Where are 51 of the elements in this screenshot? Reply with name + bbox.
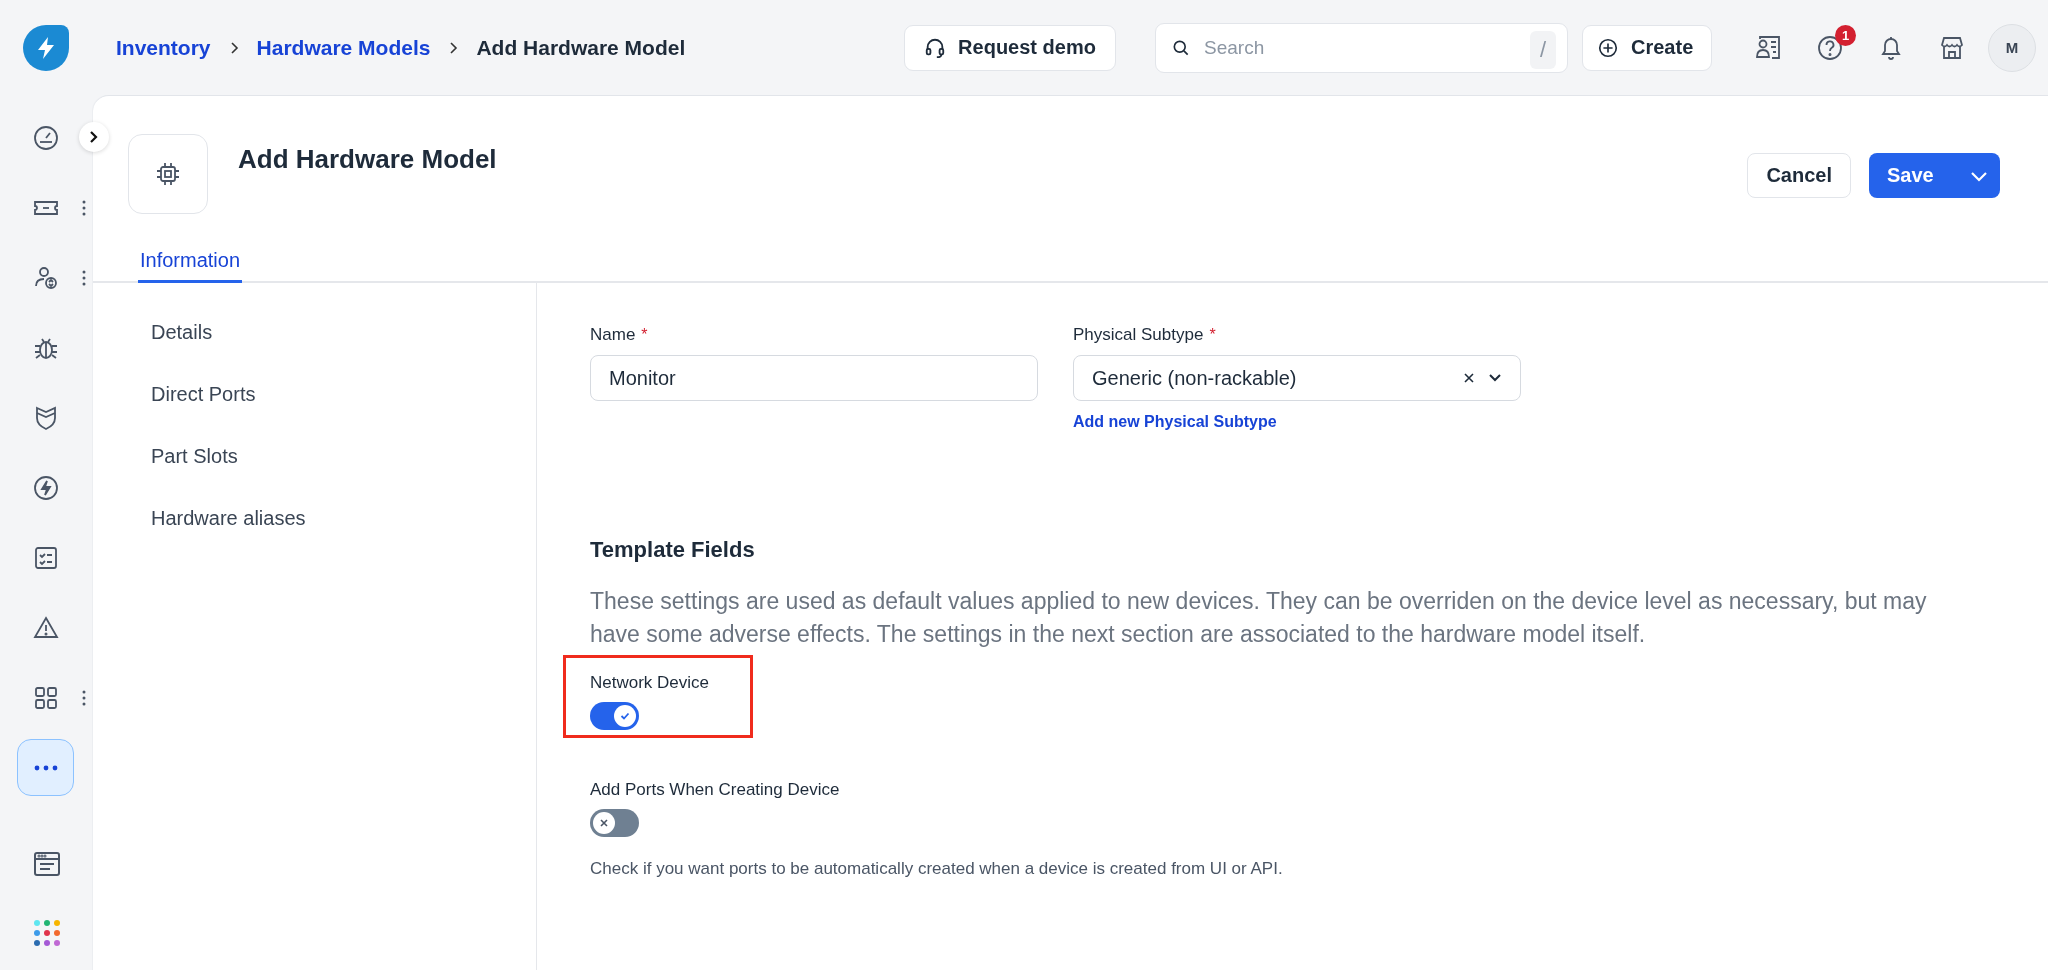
- create-button[interactable]: Create: [1582, 24, 1712, 71]
- kebab-icon[interactable]: [82, 199, 86, 216]
- chevron-right-icon: [228, 40, 239, 55]
- plus-circle-icon: [1597, 36, 1619, 59]
- required-mark: *: [1209, 326, 1216, 344]
- chevron-right-icon: [448, 40, 459, 55]
- section-heading: Template Fields: [590, 537, 756, 563]
- section-link[interactable]: Details: [151, 321, 536, 344]
- page-title: Add Hardware Model: [238, 144, 498, 175]
- required-mark: *: [641, 326, 648, 344]
- app-logo[interactable]: [23, 24, 69, 71]
- section-description: These settings are used as default values applied to new devices. They can be overriden on the device level as necessary, but may have some adverse effects. The settings in the next section are associated to the hardware model itself.: [590, 587, 1928, 649]
- section-link[interactable]: Part Slots: [151, 445, 536, 468]
- subtype-select[interactable]: Generic (non-rackable): [1073, 355, 1521, 401]
- bolt-circle-icon: [31, 473, 60, 502]
- expand-sidebar-button[interactable]: [79, 122, 109, 152]
- field-label: Physical Subtype: [1073, 325, 1204, 345]
- breadcrumb-current: Add Hardware Model: [476, 35, 686, 60]
- tab[interactable]: Information: [138, 243, 243, 283]
- notification-badge: 1: [1835, 24, 1856, 46]
- check-icon: [619, 710, 631, 722]
- toggle-switch[interactable]: [590, 809, 639, 837]
- more-icon: [33, 764, 58, 771]
- chevron-down-icon[interactable]: [1488, 373, 1502, 383]
- request-demo-button[interactable]: Request demo: [904, 24, 1116, 71]
- breadcrumb-link[interactable]: Hardware Models: [256, 35, 431, 60]
- clear-icon[interactable]: [1462, 371, 1476, 385]
- add-subtype-link[interactable]: Add new Physical Subtype: [1073, 413, 1521, 431]
- save-split-button[interactable]: Save: [1869, 153, 2000, 198]
- breadcrumb-link[interactable]: Inventory: [116, 35, 211, 60]
- toggle-label: Network Device: [590, 673, 710, 693]
- user-avatar[interactable]: M: [1988, 23, 2036, 72]
- browser-window-icon[interactable]: [31, 849, 62, 879]
- name-input[interactable]: Monitor: [590, 355, 1038, 401]
- field-label: Name: [590, 325, 636, 345]
- app-launcher-icon[interactable]: [32, 919, 61, 947]
- close-icon: [599, 818, 609, 828]
- toggle-label: Add Ports When Creating Device: [590, 780, 840, 800]
- cancel-button[interactable]: Cancel: [1747, 153, 1851, 198]
- kebab-icon[interactable]: [82, 269, 86, 286]
- toggle-hint: Check if you want ports to be automatically created when a device is created from UI or API.: [590, 859, 1283, 879]
- section-link[interactable]: Direct Ports: [151, 383, 536, 406]
- section-link[interactable]: Hardware aliases: [151, 507, 536, 530]
- chip-icon: [128, 134, 208, 214]
- headset-icon: [924, 36, 947, 59]
- kebab-icon[interactable]: [82, 689, 86, 706]
- contact-list-icon[interactable]: [1754, 33, 1782, 62]
- chevron-right-icon: [88, 130, 100, 144]
- toggle-switch[interactable]: [590, 702, 639, 730]
- help-icon[interactable]: [1816, 33, 1844, 62]
- gauge-icon: [31, 123, 60, 152]
